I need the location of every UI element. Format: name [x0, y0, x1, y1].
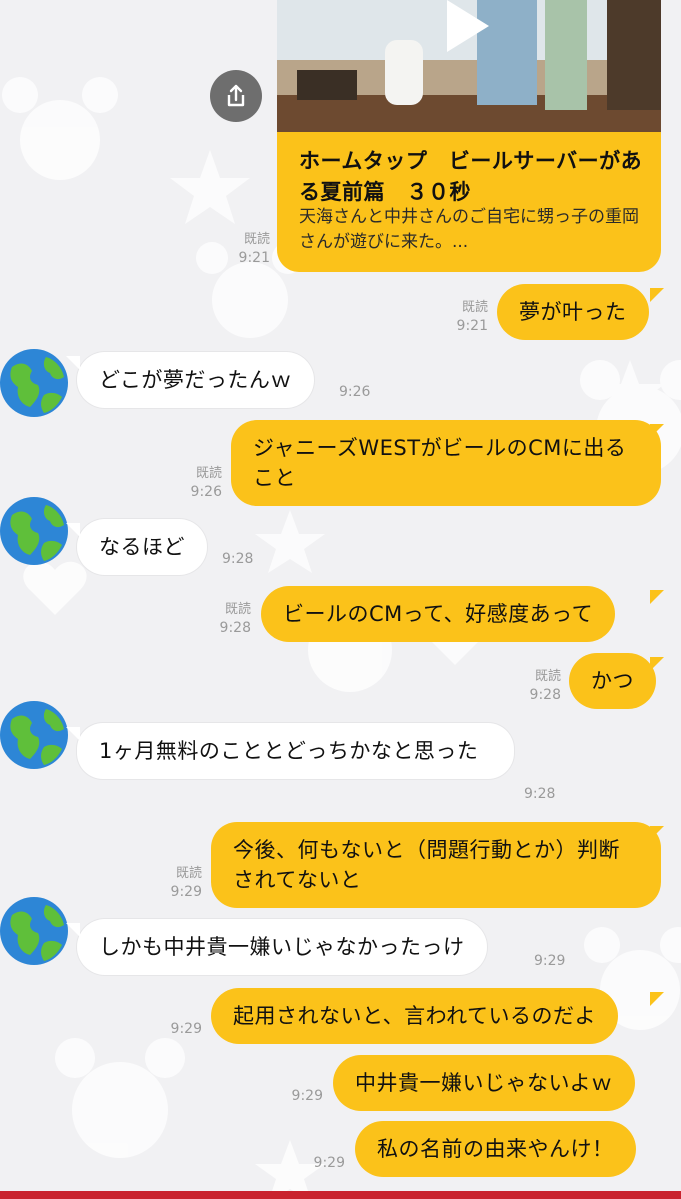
message-meta: 既読 9:21	[440, 298, 488, 336]
bubble-tail	[66, 923, 80, 937]
bubble-tail	[650, 590, 664, 604]
message-bubble-incoming[interactable]: どこが夢だったんｗ	[77, 352, 314, 408]
preview-title: ホームタップ ビールサーバーがある夏前篇 ３０秒	[299, 149, 643, 204]
timestamp: 9:29	[170, 884, 202, 900]
bubble-tail	[66, 727, 80, 741]
message-bubble-outgoing[interactable]: 起用されないと、言われているのだよ	[211, 988, 618, 1044]
message-bubble-outgoing[interactable]: ビールのCMって、好感度あって	[261, 586, 616, 642]
message-meta: 既読 9:29	[154, 864, 202, 902]
message-meta: 9:29	[154, 1020, 202, 1039]
globe-icon[interactable]	[0, 893, 72, 973]
video-preview-card[interactable]: ホームタップ ビールサーバーがある夏前篇 ３０秒 天海さんと中井さんのご自宅に甥…	[277, 0, 661, 272]
share-button[interactable]	[210, 70, 262, 122]
message-bubble-incoming[interactable]: しかも中井貴一嫌いじゃなかったっけ	[77, 919, 487, 975]
timestamp: 9:26	[190, 484, 222, 500]
timestamp: 9:21	[238, 250, 270, 266]
bubble-tail	[650, 992, 664, 1006]
message-bubble-outgoing[interactable]: かつ	[569, 653, 656, 709]
play-icon[interactable]	[447, 0, 489, 52]
timestamp: 9:28	[222, 551, 254, 567]
bubble-tail	[650, 657, 664, 671]
read-receipt: 既読	[224, 602, 251, 617]
message-meta: 9:29	[297, 1154, 345, 1173]
bubble-tail	[650, 826, 664, 840]
read-receipt: 既読	[461, 300, 488, 315]
message-bubble-incoming[interactable]: 1ヶ月無料のこととどっちかなと思った	[77, 723, 514, 779]
message-bubble-outgoing[interactable]: 私の名前の由来やんけ！	[355, 1121, 636, 1177]
message-meta: 9:29	[275, 1087, 323, 1106]
preview-meta: 既読 9:21	[222, 230, 270, 268]
message-meta: 既読 9:26	[174, 464, 222, 502]
message-meta: 9:28	[222, 550, 270, 569]
preview-description: 天海さんと中井さんのご自宅に甥っ子の重岡さんが遊びに来た。...	[299, 207, 639, 252]
message-bubble-outgoing[interactable]: 中井貴一嫌いじゃないよｗ	[333, 1055, 635, 1111]
bubble-tail	[66, 523, 80, 537]
globe-icon[interactable]	[0, 493, 72, 573]
timestamp: 9:21	[456, 318, 488, 334]
read-receipt: 既読	[534, 669, 561, 684]
read-receipt: 既読	[243, 232, 270, 247]
message-meta: 既読 9:28	[513, 667, 561, 705]
message-bubble-outgoing[interactable]: 夢が叶った	[497, 284, 649, 340]
globe-icon[interactable]	[0, 697, 72, 777]
read-receipt: 既読	[195, 466, 222, 481]
timestamp: 9:28	[529, 687, 561, 703]
message-bubble-outgoing[interactable]: 今後、何もないと（問題行動とか）判断されてないと	[211, 822, 661, 908]
timestamp: 9:29	[170, 1021, 202, 1037]
timestamp: 9:29	[291, 1088, 323, 1104]
share-icon	[227, 84, 245, 107]
timestamp: 9:28	[524, 786, 556, 802]
bubble-tail	[650, 424, 664, 438]
message-bubble-incoming[interactable]: なるほど	[77, 519, 207, 575]
timestamp: 9:26	[339, 384, 371, 400]
message-meta: 9:29	[534, 952, 582, 971]
read-receipt: 既読	[175, 866, 202, 881]
globe-icon[interactable]	[0, 345, 72, 425]
bubble-tail	[66, 356, 80, 370]
timestamp: 9:29	[534, 953, 566, 969]
message-meta: 既読 9:28	[203, 600, 251, 638]
message-meta: 9:28	[524, 785, 572, 804]
timestamp: 9:29	[313, 1155, 345, 1171]
timestamp: 9:28	[219, 620, 251, 636]
bottom-bar	[0, 1191, 681, 1199]
message-bubble-outgoing[interactable]: ジャニーズWESTがビールのCMに出ること	[231, 420, 661, 506]
message-meta: 9:26	[339, 383, 387, 402]
bubble-tail	[650, 288, 664, 302]
